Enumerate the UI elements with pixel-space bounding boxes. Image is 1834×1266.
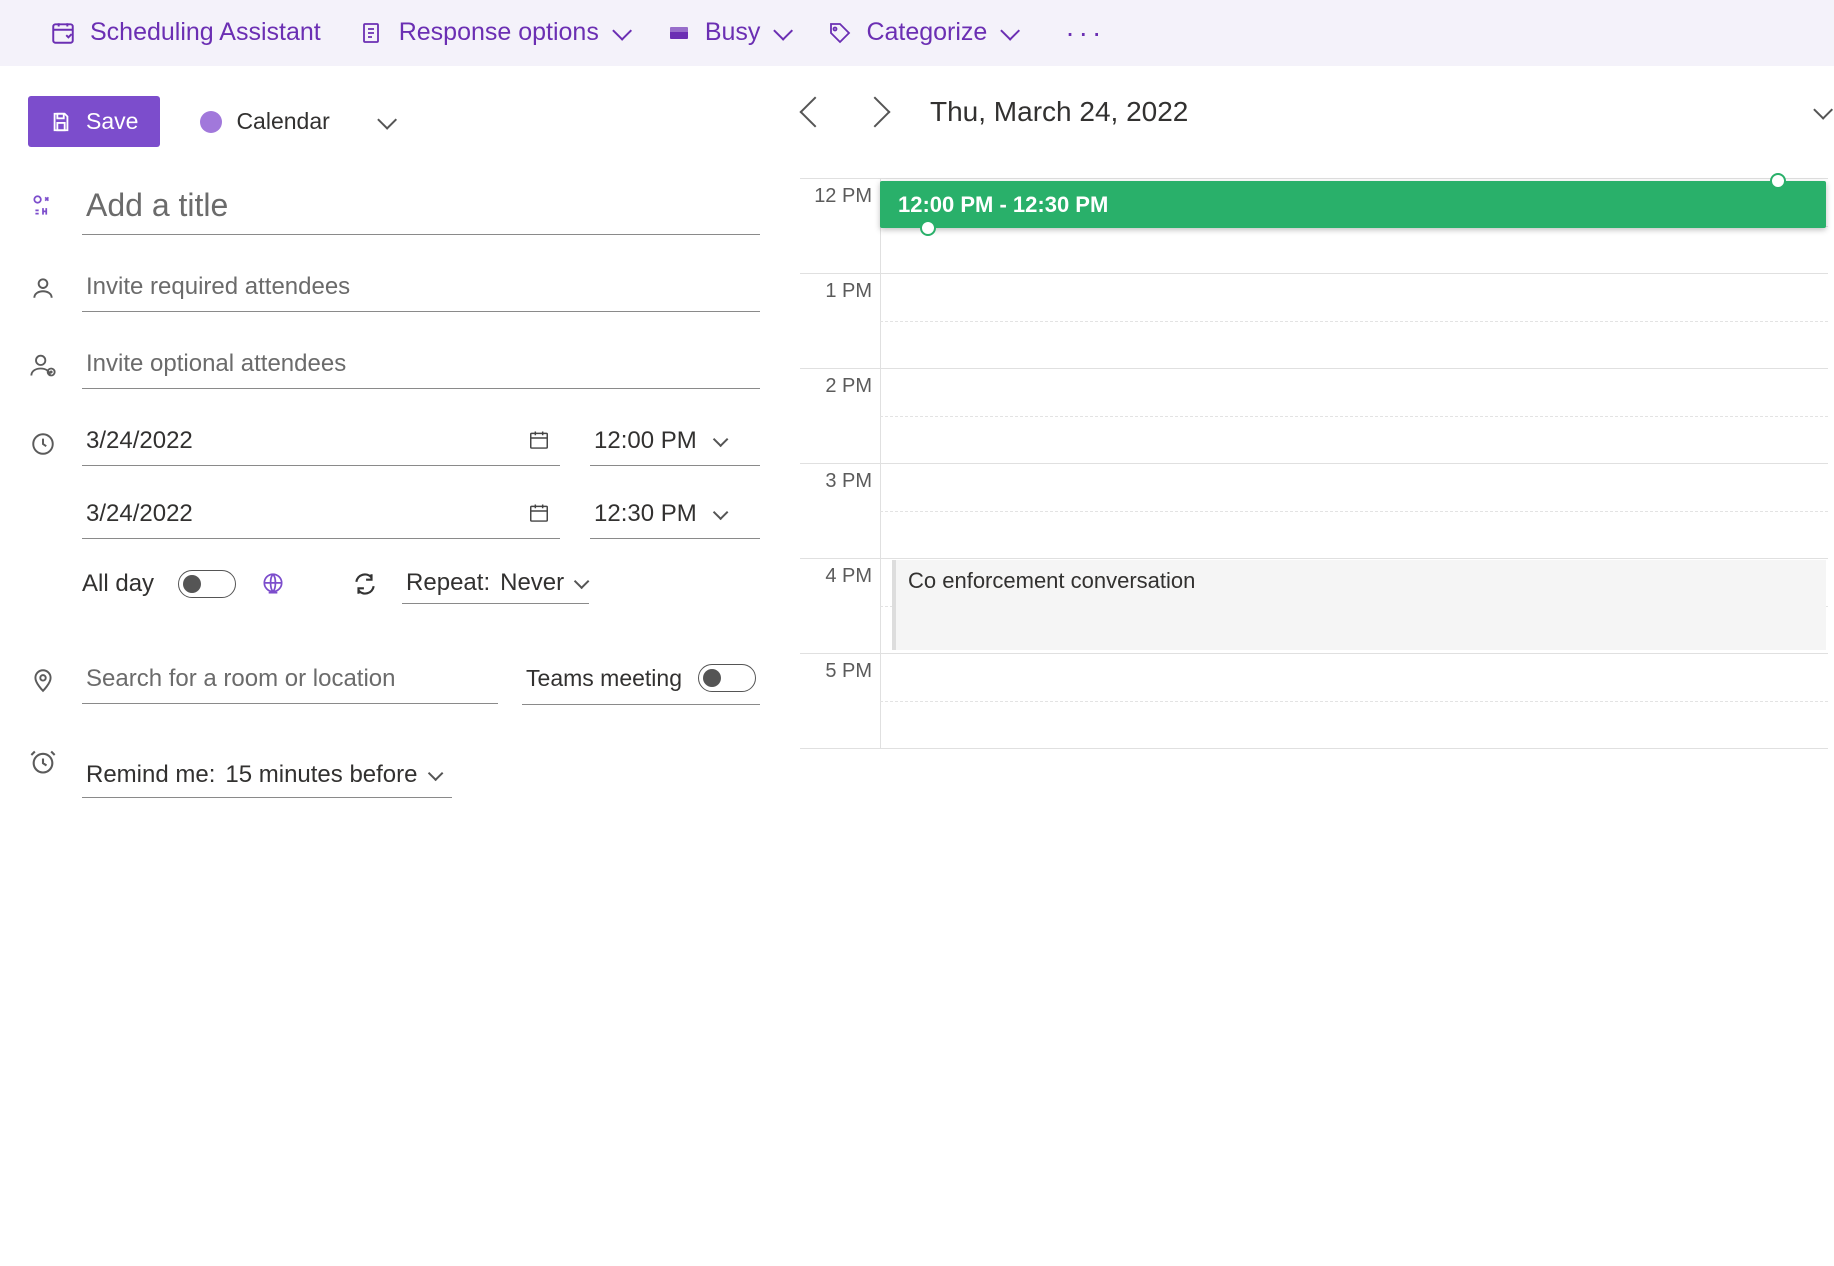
refresh-icon[interactable]	[352, 571, 378, 597]
chevron-down-icon	[612, 20, 632, 40]
hour-label: 4 PM	[800, 559, 880, 653]
chevron-down-icon	[574, 573, 590, 589]
chevron-down-icon	[1001, 20, 1021, 40]
calendar-icon[interactable]	[528, 428, 550, 450]
hour-row[interactable]: 1 PM	[800, 274, 1828, 369]
save-button-label: Save	[86, 108, 138, 135]
calendar-name-label: Calendar	[236, 108, 329, 135]
end-date-input[interactable]	[82, 490, 560, 539]
more-actions-button[interactable]: ···	[1065, 17, 1105, 49]
end-time-value: 12:30 PM	[594, 500, 697, 528]
start-time-value: 12:00 PM	[594, 427, 697, 455]
reminder-icon	[28, 747, 58, 777]
reminder-label: Remind me:	[86, 761, 215, 789]
hour-label: 12 PM	[800, 179, 880, 273]
reminder-value: 15 minutes before	[225, 761, 417, 789]
prev-day-button[interactable]	[800, 97, 830, 127]
new-event-time-label: 12:00 PM - 12:30 PM	[898, 192, 1108, 218]
event-resize-handle-top[interactable]	[1770, 173, 1786, 189]
response-options-icon	[361, 21, 385, 45]
response-options-button[interactable]: Response options	[361, 18, 627, 47]
existing-event-block[interactable]: Co enforcement conversation	[892, 560, 1826, 650]
next-day-button[interactable]	[860, 97, 890, 127]
person-icon	[28, 273, 58, 303]
start-date-input[interactable]	[82, 417, 560, 466]
repeat-value: Never	[500, 569, 564, 597]
location-icon	[28, 665, 58, 695]
day-date-label: Thu, March 24, 2022	[930, 96, 1784, 128]
location-input[interactable]	[82, 655, 498, 704]
all-day-label: All day	[82, 570, 154, 598]
chevron-down-icon[interactable]	[1813, 100, 1833, 120]
teams-meeting-label: Teams meeting	[526, 665, 682, 692]
new-event-block[interactable]: 12:00 PM - 12:30 PM	[880, 181, 1826, 228]
categorize-label: Categorize	[866, 18, 987, 47]
teams-meeting-toggle[interactable]	[698, 664, 756, 692]
calendar-color-dot	[200, 111, 222, 133]
repeat-picker[interactable]: Repeat: Never	[402, 563, 589, 604]
calendar-assistant-icon	[50, 20, 76, 46]
repeat-label: Repeat:	[406, 569, 490, 597]
chevron-down-icon	[427, 765, 443, 781]
command-toolbar: Scheduling Assistant Response options Bu…	[0, 0, 1834, 66]
busy-status-button[interactable]: Busy	[667, 18, 789, 47]
chevron-down-icon	[713, 431, 729, 447]
required-attendees-input[interactable]	[82, 263, 760, 312]
calendar-icon[interactable]	[528, 501, 550, 523]
all-day-toggle[interactable]	[178, 570, 236, 598]
hour-label: 3 PM	[800, 464, 880, 558]
person-optional-icon	[28, 350, 58, 380]
hour-label: 1 PM	[800, 274, 880, 368]
end-time-picker[interactable]: 12:30 PM	[590, 490, 760, 539]
response-options-label: Response options	[399, 18, 599, 47]
timezone-icon[interactable]	[260, 571, 286, 597]
reminder-picker[interactable]: Remind me: 15 minutes before	[82, 753, 452, 798]
tag-icon	[828, 21, 852, 45]
hour-label: 2 PM	[800, 369, 880, 463]
hour-row[interactable]: 2 PM	[800, 369, 1828, 464]
event-form: Save Calendar	[0, 96, 760, 826]
busy-label: Busy	[705, 18, 761, 47]
day-timeline[interactable]: 12:00 PM - 12:30 PM Co enforcement conve…	[800, 178, 1828, 749]
clock-icon	[28, 429, 58, 459]
chevron-down-icon	[377, 109, 397, 129]
chevron-down-icon	[713, 504, 729, 520]
scheduling-assistant-button[interactable]: Scheduling Assistant	[50, 18, 321, 47]
scheduling-assistant-label: Scheduling Assistant	[90, 18, 321, 47]
start-time-picker[interactable]: 12:00 PM	[590, 417, 760, 466]
existing-event-title: Co enforcement conversation	[908, 568, 1195, 593]
day-preview-pane: Thu, March 24, 2022 12:00 PM - 12:30 PM …	[760, 96, 1834, 826]
title-input[interactable]	[82, 177, 760, 235]
categorize-button[interactable]: Categorize	[828, 18, 1015, 47]
emoji-icon[interactable]	[28, 191, 58, 221]
optional-attendees-input[interactable]	[82, 340, 760, 389]
hour-row[interactable]: 5 PM	[800, 654, 1828, 749]
calendar-picker[interactable]: Calendar	[200, 108, 391, 135]
save-button[interactable]: Save	[28, 96, 160, 147]
save-icon	[50, 111, 72, 133]
chevron-down-icon	[774, 20, 794, 40]
hour-row[interactable]: 3 PM	[800, 464, 1828, 559]
hour-label: 5 PM	[800, 654, 880, 748]
busy-icon	[667, 21, 691, 45]
event-resize-handle-bottom[interactable]	[920, 220, 936, 236]
